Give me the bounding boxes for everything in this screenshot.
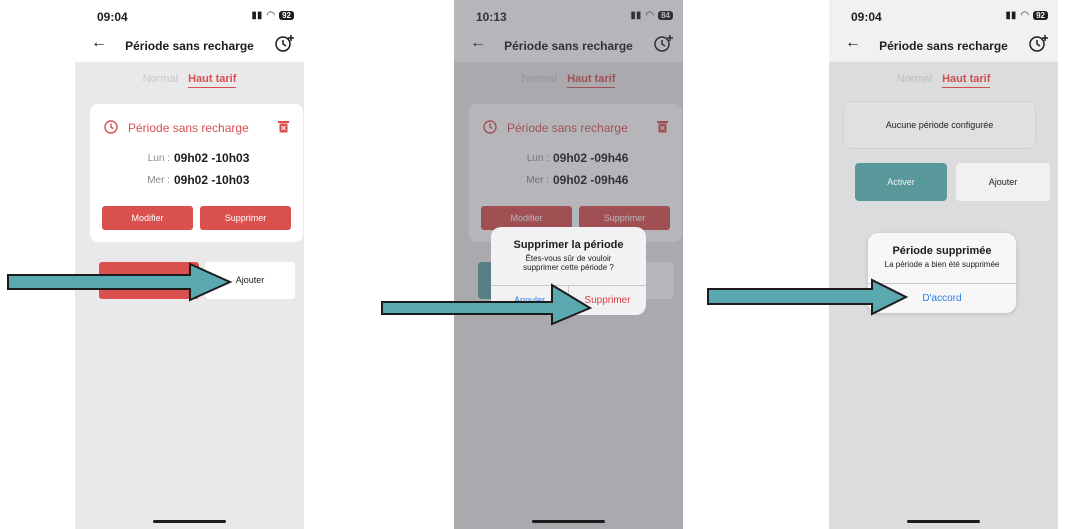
tab-normal[interactable]: Normal: [143, 73, 178, 88]
day-label-lun: Lun :: [147, 153, 170, 164]
dialog-title: Supprimer la période: [513, 239, 624, 251]
time-range-lun: 09h02 -10h03: [174, 151, 250, 165]
status-icons: ▮▮ ◠ 92: [251, 10, 294, 21]
time-range-mer: 09h02 -10h03: [174, 173, 250, 187]
dialog-message: La période a bien été supprimée: [884, 260, 1000, 269]
right-arrow-icon: [7, 262, 233, 302]
supprimer-button[interactable]: Supprimer: [200, 206, 291, 230]
status-time: 09:04: [97, 10, 128, 24]
screen-3: 09:04 ▮▮ ◠ 92 ← Période sans recharge No…: [829, 0, 1058, 529]
home-indicator: [907, 520, 980, 523]
tab-haut-tarif[interactable]: Haut tarif: [188, 73, 237, 88]
home-indicator: [153, 520, 226, 523]
trash-icon[interactable]: [278, 120, 289, 133]
card-title: Période sans recharge: [128, 121, 249, 135]
period-card: Période sans recharge Lun : 09h02 -10h03…: [90, 104, 303, 242]
modifier-button[interactable]: Modifier: [102, 206, 193, 230]
signal-icon: ▮▮: [251, 10, 263, 21]
page-title: Période sans recharge: [125, 39, 254, 53]
screen-2: 10:13 ▮▮ ◠ 84 ← Période sans recharge No…: [454, 0, 683, 529]
right-arrow-icon: [381, 283, 593, 326]
battery-icon: 92: [279, 11, 294, 20]
dialog-title: Période supprimée: [892, 245, 992, 257]
dialog-message: Êtes-vous sûr de vouloir supprimer cette…: [523, 254, 614, 272]
clock-icon: [104, 120, 118, 134]
right-arrow-icon: [707, 278, 909, 316]
day-label-mer: Mer :: [147, 175, 170, 186]
home-indicator: [532, 520, 605, 523]
clock-plus-icon[interactable]: [274, 33, 296, 53]
tab-bar: Normal Haut tarif: [75, 73, 304, 88]
wifi-icon: ◠: [266, 10, 276, 21]
